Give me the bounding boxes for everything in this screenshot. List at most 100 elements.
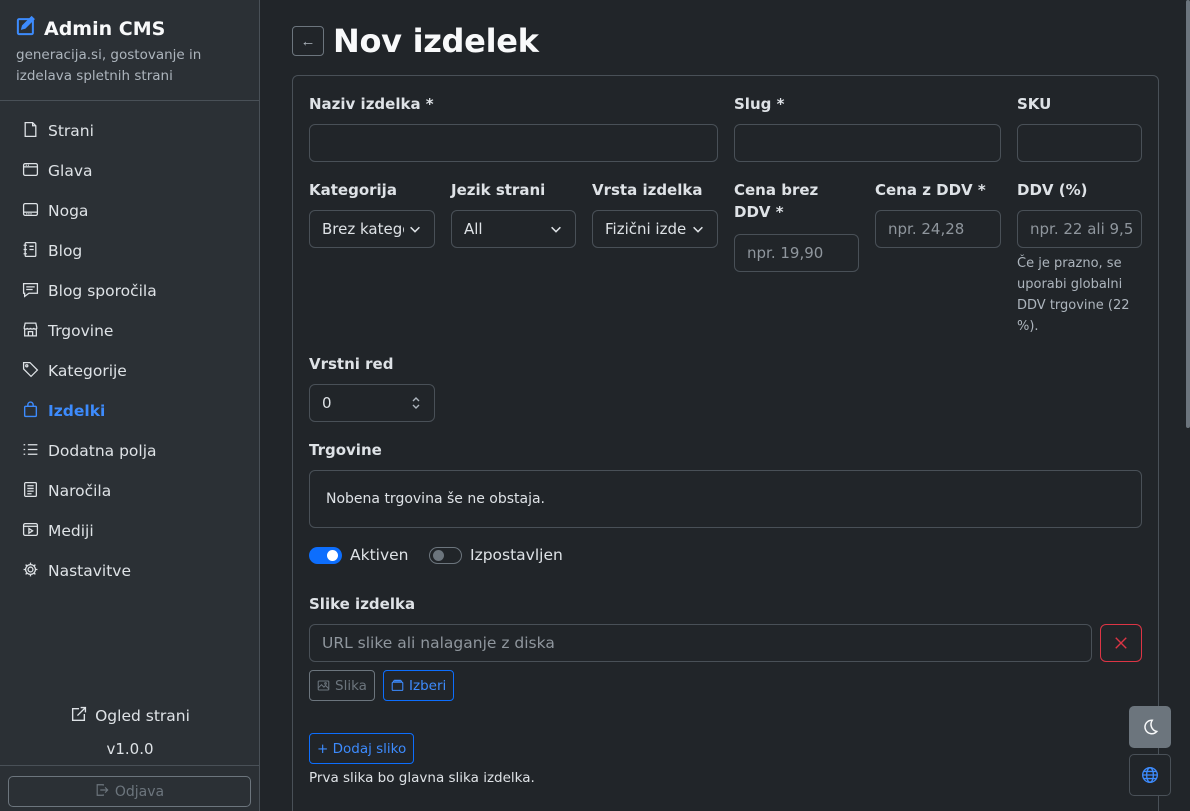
sidebar-item-izdelki[interactable]: Izdelki xyxy=(0,391,259,431)
theme-toggle-button[interactable] xyxy=(1129,706,1171,748)
external-link-icon xyxy=(70,706,87,727)
category-select[interactable]: Brez kategorije xyxy=(309,210,435,248)
sidebar-item-noga[interactable]: Noga xyxy=(0,191,259,231)
sidebar: Admin CMS generacija.si, gostovanje in i… xyxy=(0,0,260,811)
chat-icon xyxy=(22,281,39,302)
stores-label: Trgovine xyxy=(309,441,382,459)
image-url-input[interactable]: URL slike ali nalaganje z diska xyxy=(309,624,1092,662)
brand-title-text: Admin CMS xyxy=(44,17,166,40)
stores-box: Nobena trgovina še ne obstaja. xyxy=(309,470,1142,528)
stores-empty-text: Nobena trgovina še ne obstaja. xyxy=(326,491,545,507)
name-input[interactable] xyxy=(309,124,718,162)
sku-input[interactable] xyxy=(1017,124,1142,162)
logout-button[interactable]: Odjava xyxy=(8,776,251,807)
sidebar-item-blog-sporocila[interactable]: Blog sporočila xyxy=(0,271,259,311)
sidebar-item-blog[interactable]: Blog xyxy=(0,231,259,271)
type-select-value: Fizični izdelek xyxy=(605,220,687,238)
featured-label: Izpostavljen xyxy=(470,546,563,564)
sidebar-item-trgovine[interactable]: Trgovine xyxy=(0,311,259,351)
order-stepper[interactable]: 0 xyxy=(309,384,435,422)
stepper-arrows-icon[interactable] xyxy=(410,395,422,411)
sidebar-item-glava[interactable]: Glava xyxy=(0,151,259,191)
arrow-left-icon: ← xyxy=(300,32,316,50)
choose-media-label: Izberi xyxy=(409,677,447,694)
logout-icon xyxy=(95,783,109,801)
choose-media-button[interactable]: Izberi xyxy=(383,670,455,701)
active-switch[interactable]: Aktiven xyxy=(309,546,409,564)
preview-site-link[interactable]: Ogled strani xyxy=(0,700,260,732)
chevron-down-icon xyxy=(551,226,561,233)
close-icon xyxy=(1115,637,1127,649)
journal-icon xyxy=(22,241,39,262)
logout-label: Odjava xyxy=(114,783,165,800)
order-label: Vrstni red xyxy=(309,355,394,373)
price-net-input[interactable]: npr. 19,90 xyxy=(734,234,859,272)
images-label: Slike izdelka xyxy=(309,595,416,613)
back-button[interactable]: ← xyxy=(292,26,324,56)
active-toggle-knob xyxy=(327,549,338,561)
vat-label: DDV (%) xyxy=(1017,181,1088,199)
language-select-value: All xyxy=(464,220,483,238)
sidebar-item-label: Nastavitve xyxy=(48,562,132,580)
image-upload-button[interactable]: Slika xyxy=(309,670,375,701)
receipt-icon xyxy=(22,481,39,502)
add-image-button[interactable]: + Dodaj sliko xyxy=(309,733,415,764)
category-select-value: Brez kategorije xyxy=(322,220,404,238)
images-hint: Prva slika bo glavna slika izdelka. xyxy=(309,770,535,786)
type-label: Vrsta izdelka xyxy=(592,181,703,199)
list-icon xyxy=(22,441,39,462)
sidebar-item-label: Blog sporočila xyxy=(48,282,157,300)
sidebar-item-kategorije[interactable]: Kategorije xyxy=(0,351,259,391)
preview-site-label: Ogled strani xyxy=(95,707,190,725)
vat-input[interactable]: npr. 22 ali 9,5 xyxy=(1017,210,1142,248)
featured-switch[interactable]: Izpostavljen xyxy=(429,546,563,564)
play-icon xyxy=(22,521,39,542)
folder-icon xyxy=(391,679,404,691)
chevron-down-icon xyxy=(410,226,420,233)
page-title: Nov izdelek xyxy=(333,22,539,60)
name-label: Naziv izdelka * xyxy=(309,95,434,113)
file-icon xyxy=(22,121,39,142)
image-upload-label: Slika xyxy=(335,677,367,694)
window-dots-icon xyxy=(22,201,39,222)
add-image-label: + Dodaj sliko xyxy=(317,740,407,757)
remove-image-button[interactable] xyxy=(1100,624,1142,662)
sidebar-item-label: Strani xyxy=(48,122,94,140)
sidebar-item-label: Naročila xyxy=(48,482,112,500)
chevron-down-icon xyxy=(693,226,703,233)
sidebar-item-label: Mediji xyxy=(48,522,94,540)
price-gross-label: Cena z DDV * xyxy=(875,181,986,199)
sidebar-item-label: Izdelki xyxy=(48,402,106,420)
sidebar-item-dodatna-polja[interactable]: Dodatna polja xyxy=(0,431,259,471)
featured-toggle-track[interactable] xyxy=(429,546,462,564)
sidebar-footer: Ogled strani v1.0.0 xyxy=(0,700,260,766)
sidebar-item-mediji[interactable]: Mediji xyxy=(0,511,259,551)
sidebar-item-narocila[interactable]: Naročila xyxy=(0,471,259,511)
sidebar-item-label: Dodatna polja xyxy=(48,442,157,460)
bag-icon xyxy=(22,400,39,422)
sidebar-nav: Strani Glava Noga Blog Blog sporočila Tr… xyxy=(0,101,259,591)
brand: Admin CMS generacija.si, gostovanje in i… xyxy=(0,0,259,101)
active-toggle-track[interactable] xyxy=(309,546,342,564)
price-net-label: Cena brez DDV * xyxy=(734,181,819,221)
moon-icon xyxy=(1144,719,1159,735)
language-select[interactable]: All xyxy=(451,210,576,248)
slug-input[interactable] xyxy=(734,124,1001,162)
pencil-square-icon xyxy=(16,15,36,41)
featured-toggle-knob xyxy=(433,549,444,561)
language-button[interactable] xyxy=(1129,754,1171,796)
price-gross-input[interactable]: npr. 24,28 xyxy=(875,210,1001,248)
type-select[interactable]: Fizični izdelek xyxy=(592,210,718,248)
sidebar-item-strani[interactable]: Strani xyxy=(0,111,259,151)
sidebar-item-nastavitve[interactable]: Nastavitve xyxy=(0,551,259,591)
language-label: Jezik strani xyxy=(451,181,546,199)
active-label: Aktiven xyxy=(350,546,409,564)
scrollbar[interactable] xyxy=(1186,0,1190,428)
window-icon xyxy=(22,161,39,182)
brand-title[interactable]: Admin CMS xyxy=(16,15,243,41)
sidebar-item-label: Trgovine xyxy=(48,322,114,340)
sidebar-item-label: Kategorije xyxy=(48,362,127,380)
image-icon xyxy=(317,680,330,691)
shop-icon xyxy=(22,321,39,342)
tags-icon xyxy=(22,361,39,382)
